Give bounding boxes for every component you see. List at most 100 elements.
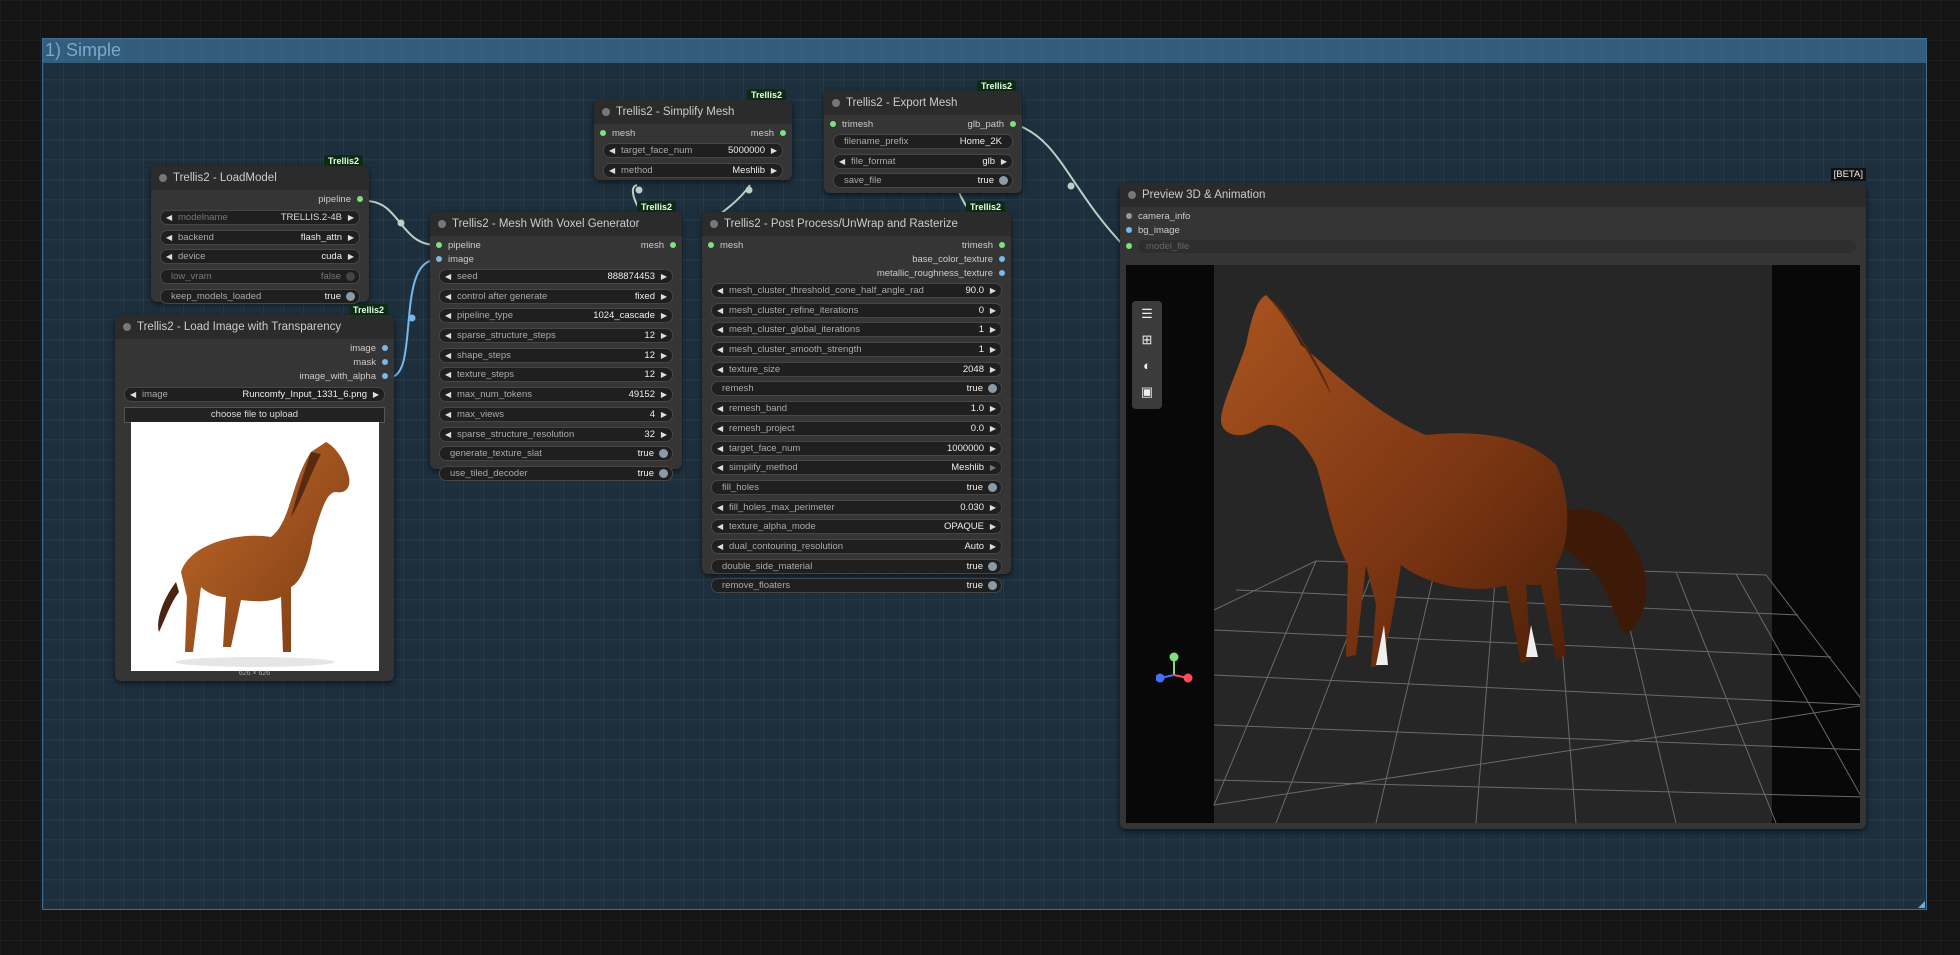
decrement-arrow[interactable]: ◀: [717, 422, 723, 435]
decrement-arrow[interactable]: ◀: [445, 428, 451, 441]
increment-arrow[interactable]: ▶: [661, 428, 667, 441]
decrement-arrow[interactable]: ◀: [717, 402, 723, 415]
increment-arrow[interactable]: ▶: [990, 343, 996, 356]
widget-seed[interactable]: ◀ seed 888874453 ▶: [439, 269, 673, 284]
increment-arrow[interactable]: ▶: [661, 270, 667, 283]
input-slot-image[interactable]: image: [436, 253, 474, 267]
input-dot[interactable]: [1126, 213, 1132, 220]
toggle-knob[interactable]: [659, 468, 668, 478]
widget-backend[interactable]: ◀ backend flash_attn ▶: [160, 229, 360, 245]
decrement-arrow[interactable]: ◀: [717, 323, 723, 336]
output-slot-image[interactable]: image: [350, 342, 388, 356]
widget-texture-size[interactable]: ◀ texture_size 2048 ▶: [711, 361, 1002, 377]
node-title[interactable]: Trellis2 - Export Mesh: [824, 91, 1022, 115]
node-simplify-mesh[interactable]: Trellis2 Trellis2 - Simplify Mesh mesh me…: [594, 89, 792, 180]
decrement-arrow[interactable]: ◀: [445, 329, 451, 342]
input-slot-mesh[interactable]: mesh: [708, 239, 743, 253]
node-export-mesh[interactable]: Trellis2 Trellis2 - Export Mesh trimesh g…: [824, 80, 1022, 193]
increment-arrow[interactable]: ▶: [348, 250, 354, 263]
widget-image-select[interactable]: ◀ image Runcomfy_Input_1331_6.png ▶: [124, 387, 385, 402]
input-slot-trimesh[interactable]: trimesh: [830, 118, 873, 132]
node-post-process[interactable]: Trellis2 Trellis2 - Post Process/UnWrap …: [702, 201, 1011, 594]
widget-method[interactable]: ◀ method Meshlib ▶: [603, 162, 783, 178]
output-slot-mesh[interactable]: mesh: [751, 127, 786, 141]
widget-remesh-project[interactable]: ◀ remesh_project 0.0 ▶: [711, 420, 1002, 436]
increment-arrow[interactable]: ▶: [661, 309, 667, 322]
increment-arrow[interactable]: ▶: [661, 290, 667, 303]
decrement-arrow[interactable]: ◀: [717, 343, 723, 356]
collapse-dot[interactable]: [602, 108, 610, 116]
output-dot[interactable]: [999, 256, 1005, 263]
output-slot-mask[interactable]: mask: [353, 356, 388, 370]
decrement-arrow[interactable]: ◀: [130, 388, 136, 401]
group-resize-handle[interactable]: [1918, 901, 1925, 908]
collapse-dot[interactable]: [710, 220, 718, 228]
output-dot[interactable]: [382, 373, 388, 380]
input-dot[interactable]: [436, 256, 442, 263]
node-title[interactable]: Trellis2 - Post Process/UnWrap and Raste…: [702, 212, 1011, 236]
widget-target-face-num[interactable]: ◀ target_face_num 5000000 ▶: [603, 143, 783, 158]
collapse-dot[interactable]: [123, 323, 131, 331]
increment-arrow[interactable]: ▶: [990, 501, 996, 514]
toggle-fill-holes[interactable]: fill_holes true: [711, 479, 1002, 495]
increment-arrow[interactable]: ▶: [373, 388, 379, 401]
collapse-dot[interactable]: [832, 99, 840, 107]
input-slot-camera-info[interactable]: camera_info: [1126, 210, 1190, 224]
node-voxel-generator[interactable]: Trellis2 Trellis2 - Mesh With Voxel Gene…: [430, 201, 682, 481]
increment-arrow[interactable]: ▶: [990, 284, 996, 297]
output-slot-mesh[interactable]: mesh: [641, 239, 676, 253]
increment-arrow[interactable]: ▶: [990, 540, 996, 553]
toggle-low-vram[interactable]: low_vram false: [160, 269, 360, 285]
decrement-arrow[interactable]: ◀: [717, 442, 723, 455]
widget-texture-steps[interactable]: ◀ texture_steps 12 ▶: [439, 367, 673, 383]
increment-arrow[interactable]: ▶: [771, 164, 777, 177]
decrement-arrow[interactable]: ◀: [839, 155, 845, 168]
toggle-save-file[interactable]: save_file true: [833, 173, 1013, 189]
node-title[interactable]: Trellis2 - Mesh With Voxel Generator: [430, 212, 682, 236]
input-slot-mesh[interactable]: mesh: [600, 127, 635, 141]
group-header[interactable]: [43, 39, 1926, 63]
decrement-arrow[interactable]: ◀: [717, 520, 723, 533]
input-dot[interactable]: [1126, 243, 1132, 250]
decrement-arrow[interactable]: ◀: [166, 211, 172, 224]
increment-arrow[interactable]: ▶: [661, 408, 667, 421]
node-title[interactable]: Trellis2 - LoadModel: [151, 166, 369, 190]
node-title[interactable]: Trellis2 - Simplify Mesh: [594, 100, 792, 124]
output-dot[interactable]: [357, 196, 363, 203]
output-dot[interactable]: [382, 345, 388, 352]
toggle-knob[interactable]: [659, 449, 668, 459]
node-title[interactable]: Trellis2 - Load Image with Transparency: [115, 315, 394, 339]
toggle-knob[interactable]: [988, 482, 997, 492]
collapse-dot[interactable]: [159, 174, 167, 182]
increment-arrow[interactable]: ▶: [990, 422, 996, 435]
collapse-dot[interactable]: [438, 220, 446, 228]
input-dot[interactable]: [436, 242, 442, 249]
increment-arrow[interactable]: ▶: [661, 388, 667, 401]
increment-arrow[interactable]: ▶: [990, 363, 996, 376]
output-dot[interactable]: [780, 130, 786, 137]
input-dot[interactable]: [708, 242, 714, 249]
widget-max-num-tokens[interactable]: ◀ max_num_tokens 49152 ▶: [439, 387, 673, 403]
output-dot[interactable]: [382, 359, 388, 366]
output-slot-pipeline[interactable]: pipeline: [318, 193, 363, 207]
widget-simplify-method[interactable]: ◀ simplify_method Meshlib ▶: [711, 460, 1002, 476]
viewer-3d[interactable]: ☰ ⊞ ◐ ▣: [1126, 265, 1860, 823]
widget-control-after-generate[interactable]: ◀ control after generate fixed ▶: [439, 288, 673, 304]
toggle-knob[interactable]: [988, 581, 997, 591]
toggle-knob[interactable]: [346, 272, 355, 282]
model-file-field[interactable]: model_file: [1138, 240, 1856, 253]
decrement-arrow[interactable]: ◀: [717, 461, 723, 474]
output-slot-image-with-alpha[interactable]: image_with_alpha: [299, 370, 388, 384]
decrement-arrow[interactable]: ◀: [445, 388, 451, 401]
output-dot[interactable]: [999, 270, 1005, 277]
decrement-arrow[interactable]: ◀: [166, 231, 172, 244]
toggle-remesh[interactable]: remesh true: [711, 381, 1002, 397]
toggle-knob[interactable]: [988, 561, 997, 571]
increment-arrow[interactable]: ▶: [990, 461, 996, 474]
decrement-arrow[interactable]: ◀: [717, 540, 723, 553]
output-slot-trimesh[interactable]: trimesh: [962, 239, 1005, 253]
input-dot[interactable]: [600, 130, 606, 137]
decrement-arrow[interactable]: ◀: [717, 363, 723, 376]
widget-dual-contouring-resolution[interactable]: ◀ dual_contouring_resolution Auto ▶: [711, 538, 1002, 554]
decrement-arrow[interactable]: ◀: [445, 349, 451, 362]
